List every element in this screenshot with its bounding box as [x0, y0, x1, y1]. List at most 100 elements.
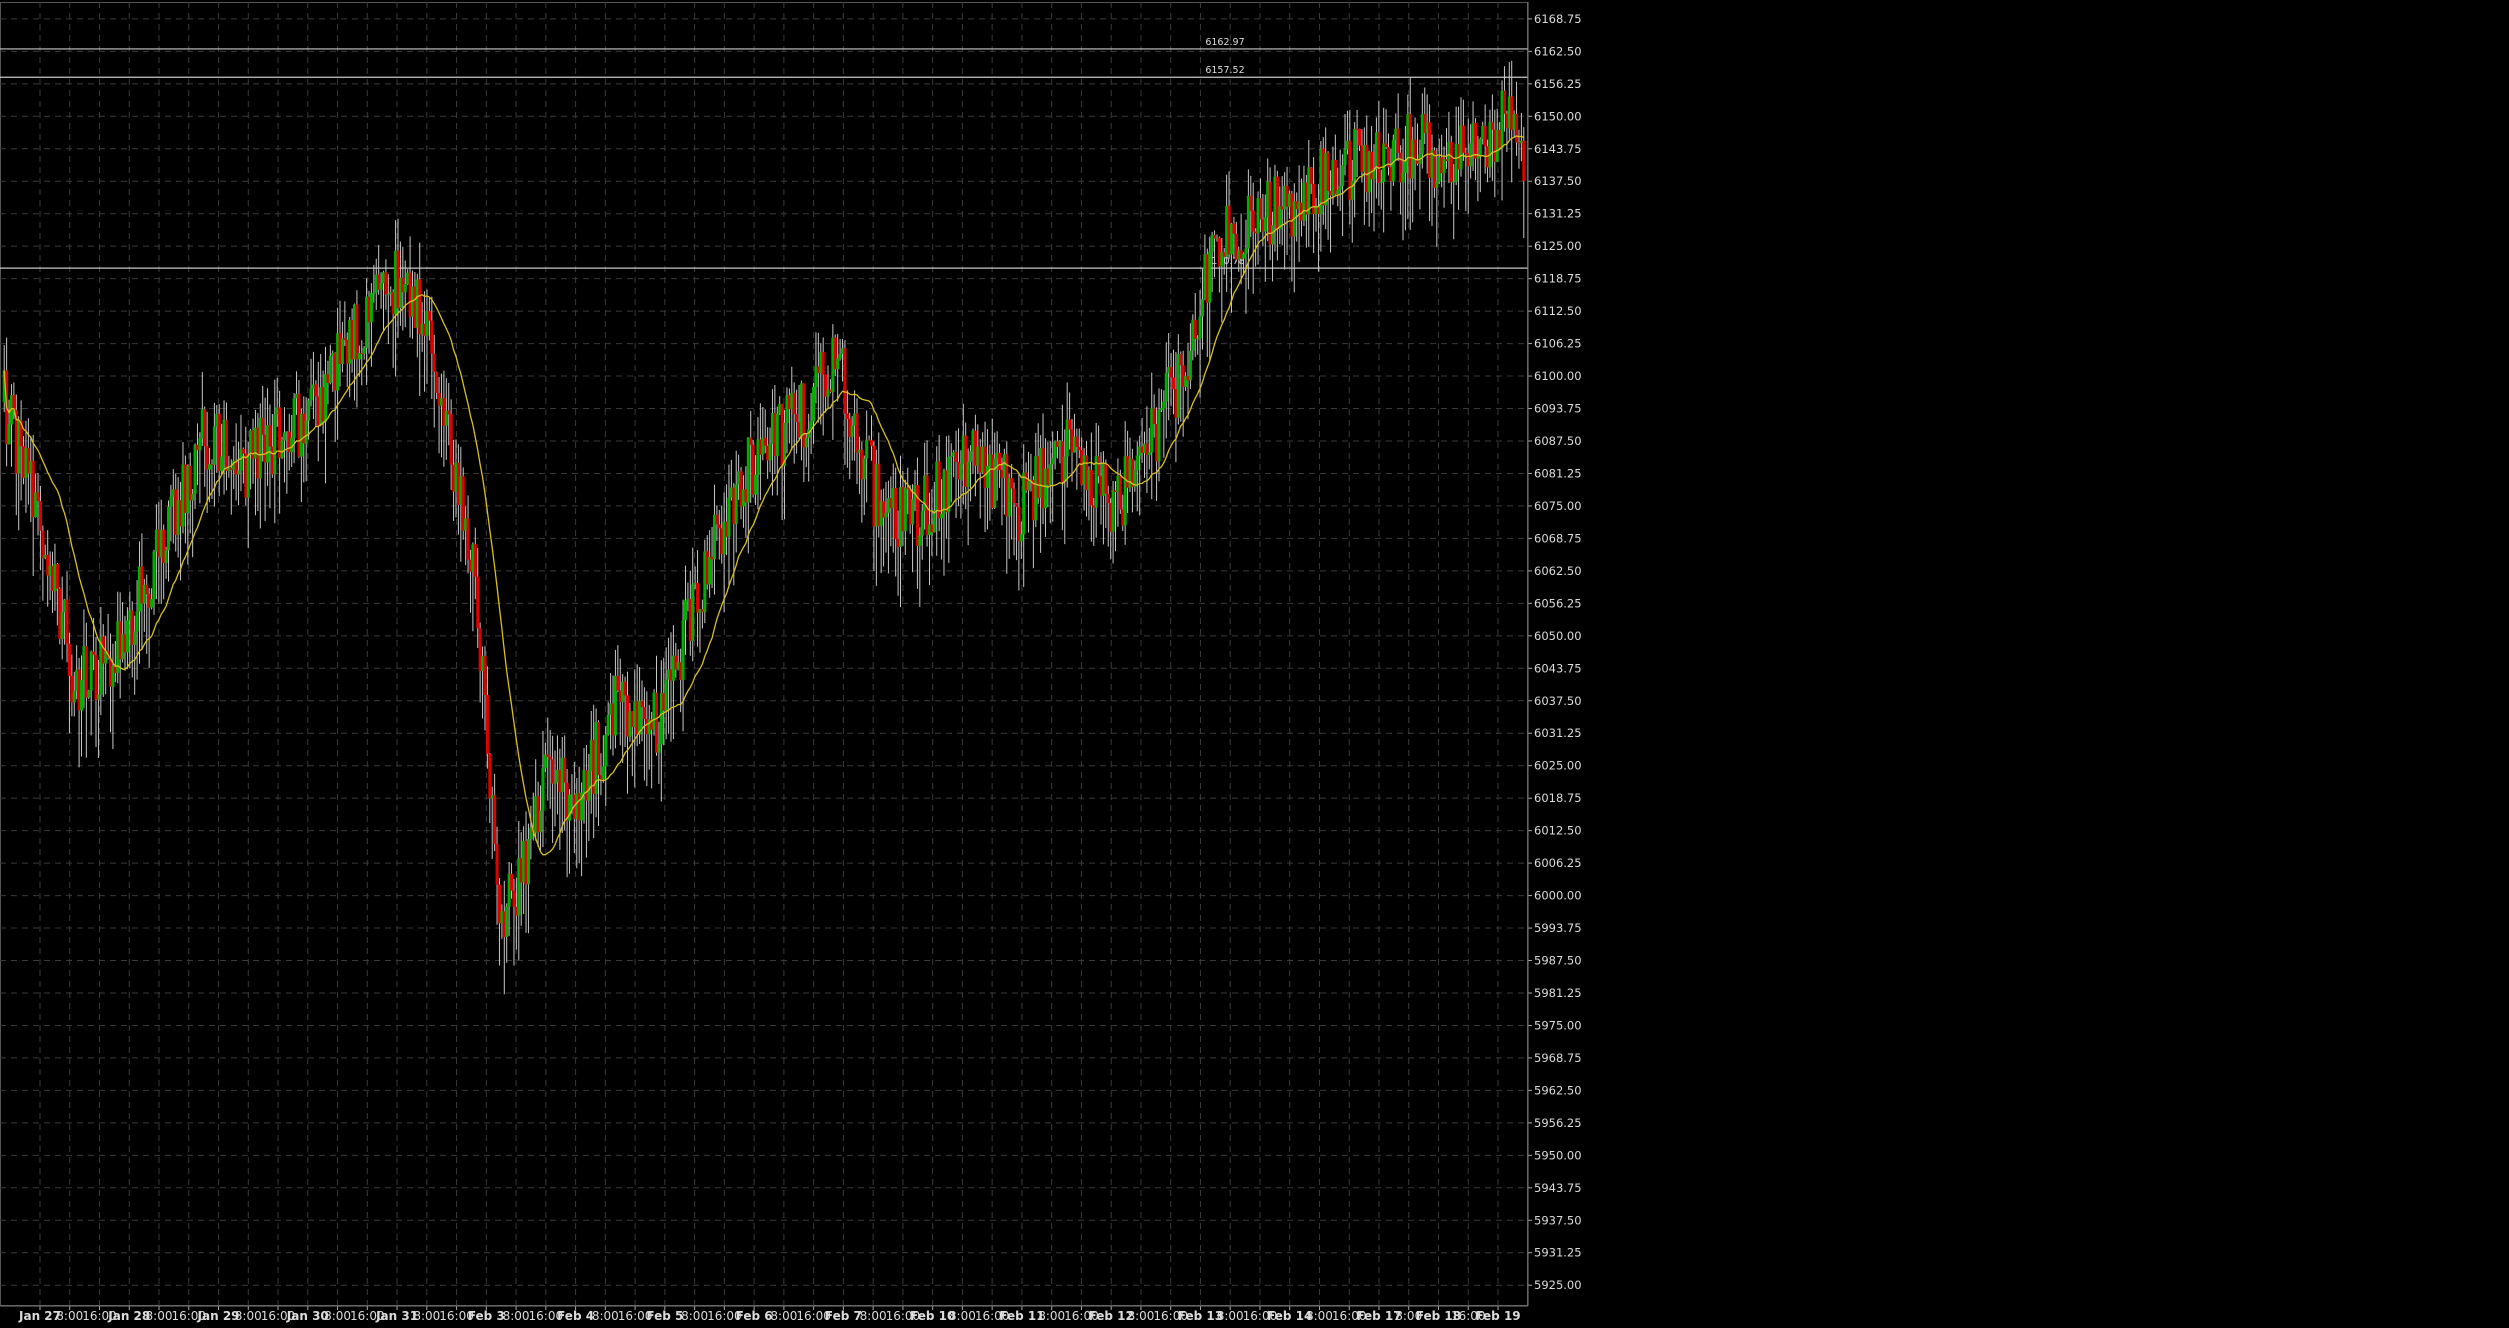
x-tick-label: Feb 4 — [557, 1309, 594, 1323]
candle-body-up — [1382, 143, 1386, 182]
y-tick-label: 6031.25 — [1534, 726, 1582, 740]
candle-body-up — [328, 355, 332, 383]
x-tick-label: 8:00 — [1127, 1309, 1154, 1323]
candle-body-up — [372, 292, 376, 294]
candle-body-down — [906, 487, 910, 489]
price-level-label: 6157.52 — [1205, 65, 1244, 76]
candle-body-up — [959, 463, 963, 480]
candle-body-down — [1068, 419, 1072, 430]
candle-body-up — [198, 438, 202, 451]
candle-body-up — [1164, 372, 1168, 402]
candle-body-down — [1522, 140, 1526, 181]
candle-body-up — [691, 584, 695, 641]
y-tick-label: 6050.00 — [1534, 629, 1582, 643]
candle-body-up — [1188, 350, 1192, 381]
y-tick-label: 6150.00 — [1534, 109, 1582, 123]
candle-body-up — [993, 458, 997, 508]
candle-body-up — [862, 458, 866, 480]
candle-body-down — [1193, 319, 1197, 339]
candle-body-down — [384, 272, 388, 295]
chart-canvas[interactable]: 6162.976157.526120.78 6168.756162.506156… — [0, 0, 2509, 1324]
candle-body-down — [821, 352, 825, 375]
candle-body-down — [1258, 198, 1262, 220]
candle-body-up — [526, 839, 530, 885]
y-tick-label: 6131.25 — [1534, 207, 1582, 221]
x-tick-label: 8:00 — [146, 1309, 173, 1323]
candle-body-up — [386, 294, 390, 296]
candle-body-down — [430, 320, 434, 354]
candle-body-down — [41, 530, 45, 558]
candle-body-down — [763, 437, 767, 446]
candle-body-down — [435, 371, 439, 393]
candle-body-up — [60, 612, 64, 640]
candle-body-down — [314, 384, 318, 397]
y-tick-label: 5950.00 — [1534, 1148, 1582, 1162]
candle-body-down — [224, 419, 228, 472]
y-tick-label: 5943.75 — [1534, 1181, 1582, 1195]
candle-body-down — [548, 756, 552, 760]
y-tick-label: 5937.50 — [1534, 1213, 1582, 1227]
candle-body-down — [476, 576, 480, 629]
candle-body-up — [237, 470, 241, 475]
candle-body-up — [1403, 161, 1407, 173]
candle-body-up — [865, 439, 869, 459]
candle-body-down — [427, 311, 431, 321]
candle-body-up — [309, 388, 313, 401]
candle-body-down — [597, 722, 601, 776]
y-tick-label: 5931.25 — [1534, 1246, 1582, 1260]
candle-body-up — [89, 651, 93, 691]
y-tick-label: 6037.50 — [1534, 694, 1582, 708]
x-tick-label: 8:00 — [56, 1309, 83, 1323]
y-tick-label: 6100.00 — [1534, 369, 1582, 383]
candle-body-up — [1401, 172, 1405, 183]
chart-background — [0, 0, 2509, 1324]
y-tick-label: 6137.50 — [1534, 174, 1582, 188]
candle-body-up — [1476, 156, 1480, 159]
candle-body-up — [379, 283, 383, 290]
candle-body-up — [966, 461, 970, 487]
candle-body-down — [261, 417, 265, 435]
y-tick-label: 6062.50 — [1534, 564, 1582, 578]
candle-body-down — [546, 754, 550, 757]
candle-body-up — [604, 734, 608, 767]
candle-body-down — [715, 514, 719, 525]
candle-body-down — [1483, 125, 1487, 147]
candle-body-down — [473, 544, 477, 577]
candle-body-up — [87, 690, 91, 698]
price-chart[interactable]: 6162.97 6157.52 6120.78 6168.75 6162.50 6156… — [0, 0, 2509, 1324]
candle-body-down — [1449, 141, 1453, 183]
y-tick-label: 5968.75 — [1534, 1051, 1582, 1065]
x-tick-label: Feb 19 — [1475, 1309, 1520, 1323]
y-tick-label: 6018.75 — [1534, 791, 1582, 805]
candle-body-up — [282, 432, 286, 441]
y-tick-label: 6006.25 — [1534, 856, 1582, 870]
y-tick-label: 6106.25 — [1534, 337, 1582, 351]
candle-body-up — [1469, 143, 1473, 167]
candle-body-down — [466, 518, 470, 560]
candle-body-up — [191, 493, 195, 501]
candle-body-down — [512, 890, 516, 907]
candle-body-up — [1027, 480, 1031, 491]
candle-body-up — [280, 440, 284, 458]
candle-body-down — [1251, 210, 1255, 232]
candle-body-down — [795, 414, 799, 422]
candle-body-down — [642, 707, 646, 720]
candle-body-up — [1379, 181, 1383, 184]
candle-body-up — [96, 694, 100, 700]
candle-body-up — [403, 284, 407, 293]
candle-body-down — [843, 348, 847, 414]
candle-body-down — [65, 599, 69, 644]
candle-body-down — [1152, 408, 1156, 424]
candle-body-up — [273, 414, 277, 475]
candle-body-up — [1063, 456, 1067, 482]
candle-body-up — [683, 600, 687, 621]
y-tick-label: 6012.50 — [1534, 824, 1582, 838]
candle-body-up — [1135, 455, 1139, 471]
x-tick-label: 8:00 — [949, 1309, 976, 1323]
candle-body-up — [775, 413, 779, 456]
candle-body-down — [55, 564, 59, 589]
candle-body-up — [1200, 299, 1204, 317]
y-tick-label: 6043.75 — [1534, 661, 1582, 675]
candle-body-up — [541, 767, 545, 811]
x-tick-label: 8:00 — [324, 1309, 351, 1323]
